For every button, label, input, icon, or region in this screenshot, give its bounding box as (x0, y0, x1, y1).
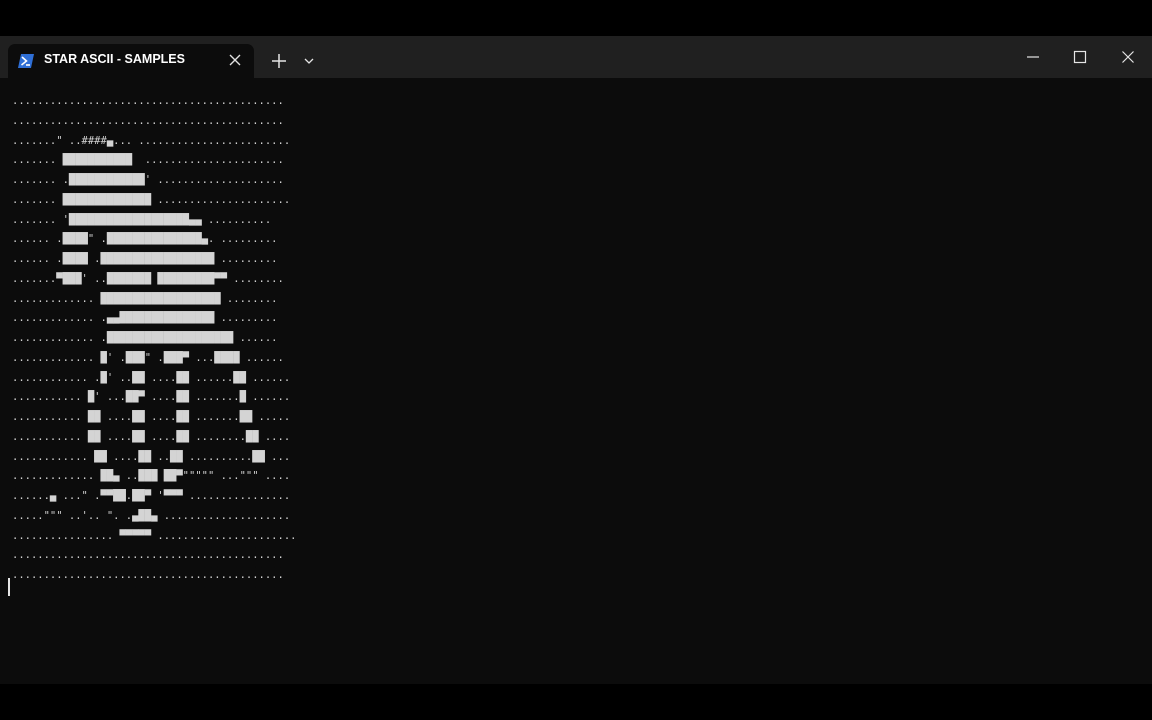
tab-title: STAR ASCII - SAMPLES (44, 52, 185, 66)
title-bar[interactable]: STAR ASCII - SAMPLES (0, 36, 1152, 78)
chevron-down-icon[interactable] (300, 50, 318, 72)
terminal-output[interactable]: ........................................… (0, 78, 1152, 684)
plus-icon[interactable] (268, 50, 290, 72)
text-cursor (8, 578, 10, 596)
close-icon (1122, 51, 1134, 63)
minimize-button[interactable] (1010, 36, 1056, 78)
maximize-icon (1073, 50, 1087, 64)
maximize-button[interactable] (1057, 36, 1103, 78)
letterbox-top (0, 0, 1152, 36)
close-icon[interactable] (226, 51, 244, 69)
letterbox-bottom (0, 684, 1152, 720)
window-close-button[interactable] (1105, 36, 1151, 78)
tab-star-ascii-samples[interactable]: STAR ASCII - SAMPLES (8, 44, 254, 78)
minimize-icon (1027, 56, 1039, 58)
powershell-icon (18, 53, 34, 68)
terminal-window: STAR ASCII - SAMPLES ...................… (0, 36, 1152, 684)
ascii-art-output: ........................................… (12, 95, 297, 581)
